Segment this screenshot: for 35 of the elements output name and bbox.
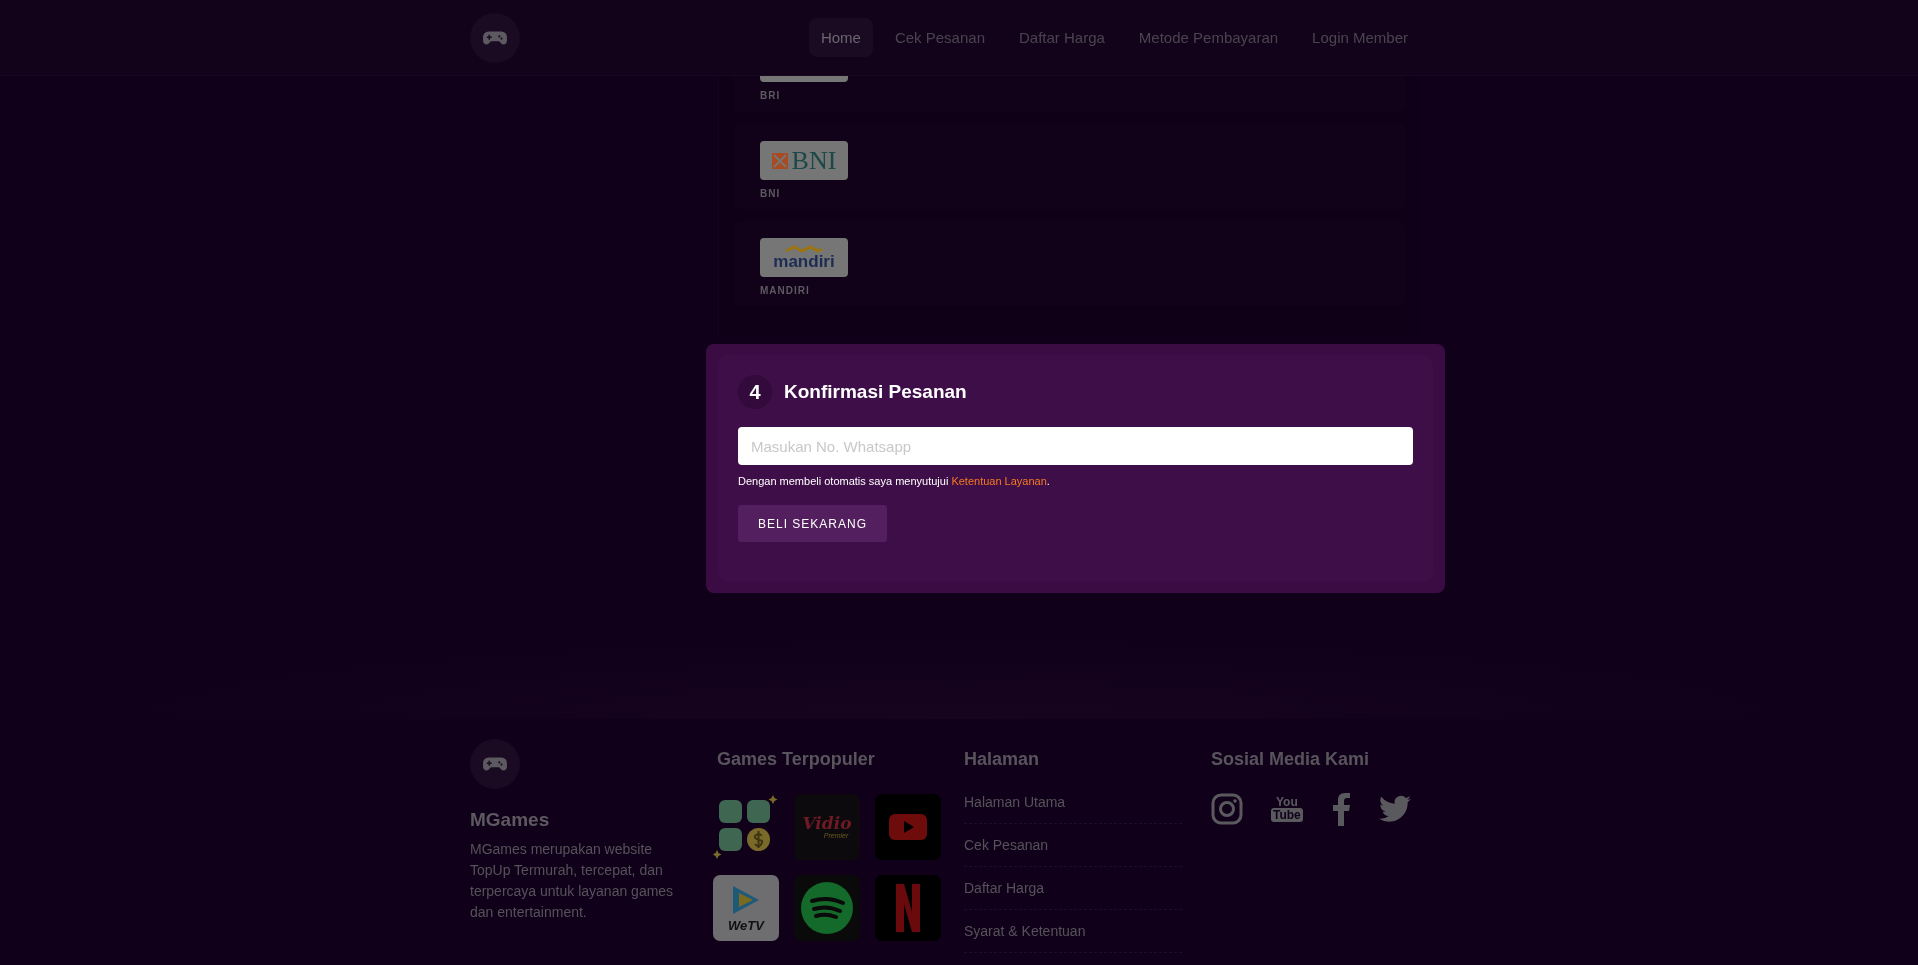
instagram-icon[interactable] — [1211, 793, 1243, 825]
apps-coin-icon[interactable] — [713, 794, 779, 860]
column-heading: Sosial Media Kami — [1211, 749, 1371, 770]
terms-text: Dengan membeli otomatis saya menyutujui Ketentuan Layanan. — [738, 475, 1051, 487]
nav-link[interactable]: Metode Pembayaran — [1126, 18, 1291, 57]
step-number: 4 — [738, 375, 772, 409]
section-title: Konfirmasi Pesanan — [784, 381, 967, 403]
logo-badge[interactable] — [470, 739, 520, 789]
nav-link[interactable]: Login Member — [1300, 18, 1420, 57]
footer-link[interactable]: Syarat & Ketentuan — [964, 923, 1182, 953]
netflix-logo[interactable] — [875, 875, 941, 941]
terms-link[interactable]: Ketentuan Layanan — [951, 475, 1047, 487]
bank-name: BNI — [760, 188, 782, 199]
twitter-icon[interactable] — [1378, 795, 1411, 823]
bank-logo-text: BNI — [791, 145, 837, 176]
brand-name: MGames — [470, 809, 551, 831]
footer-link[interactable]: Cek Pesanan — [964, 837, 1182, 867]
wave-icon — [784, 245, 824, 253]
spotify-logo[interactable] — [794, 875, 860, 941]
play-icon[interactable] — [875, 794, 941, 860]
brand-description: MGames merupakan website TopUp Termurah, tercepat, dan terpercaya untuk layanan games dan entertainment. — [470, 840, 675, 922]
nav-link[interactable]: Daftar Harga — [1007, 18, 1117, 57]
wetv-logo[interactable]: WeTV — [713, 875, 779, 941]
bank-logo-text: mandiri — [773, 253, 835, 270]
footer-link[interactable]: Halaman Utama — [964, 794, 1182, 824]
emblem-icon — [771, 152, 788, 169]
column-heading: Halaman — [964, 749, 1041, 770]
nav-link[interactable]: Cek Pesanan — [882, 18, 997, 57]
facebook-icon[interactable] — [1330, 792, 1351, 826]
bank-name: BRI — [760, 90, 782, 101]
nav-link[interactable]: Home — [808, 18, 873, 57]
footer-link[interactable]: Daftar Harga — [964, 880, 1182, 910]
bank-name: MANDIRI — [760, 285, 811, 296]
column-heading: Games Terpopuler — [717, 749, 876, 770]
buy-button[interactable]: BELI SEKARANG — [738, 505, 888, 542]
